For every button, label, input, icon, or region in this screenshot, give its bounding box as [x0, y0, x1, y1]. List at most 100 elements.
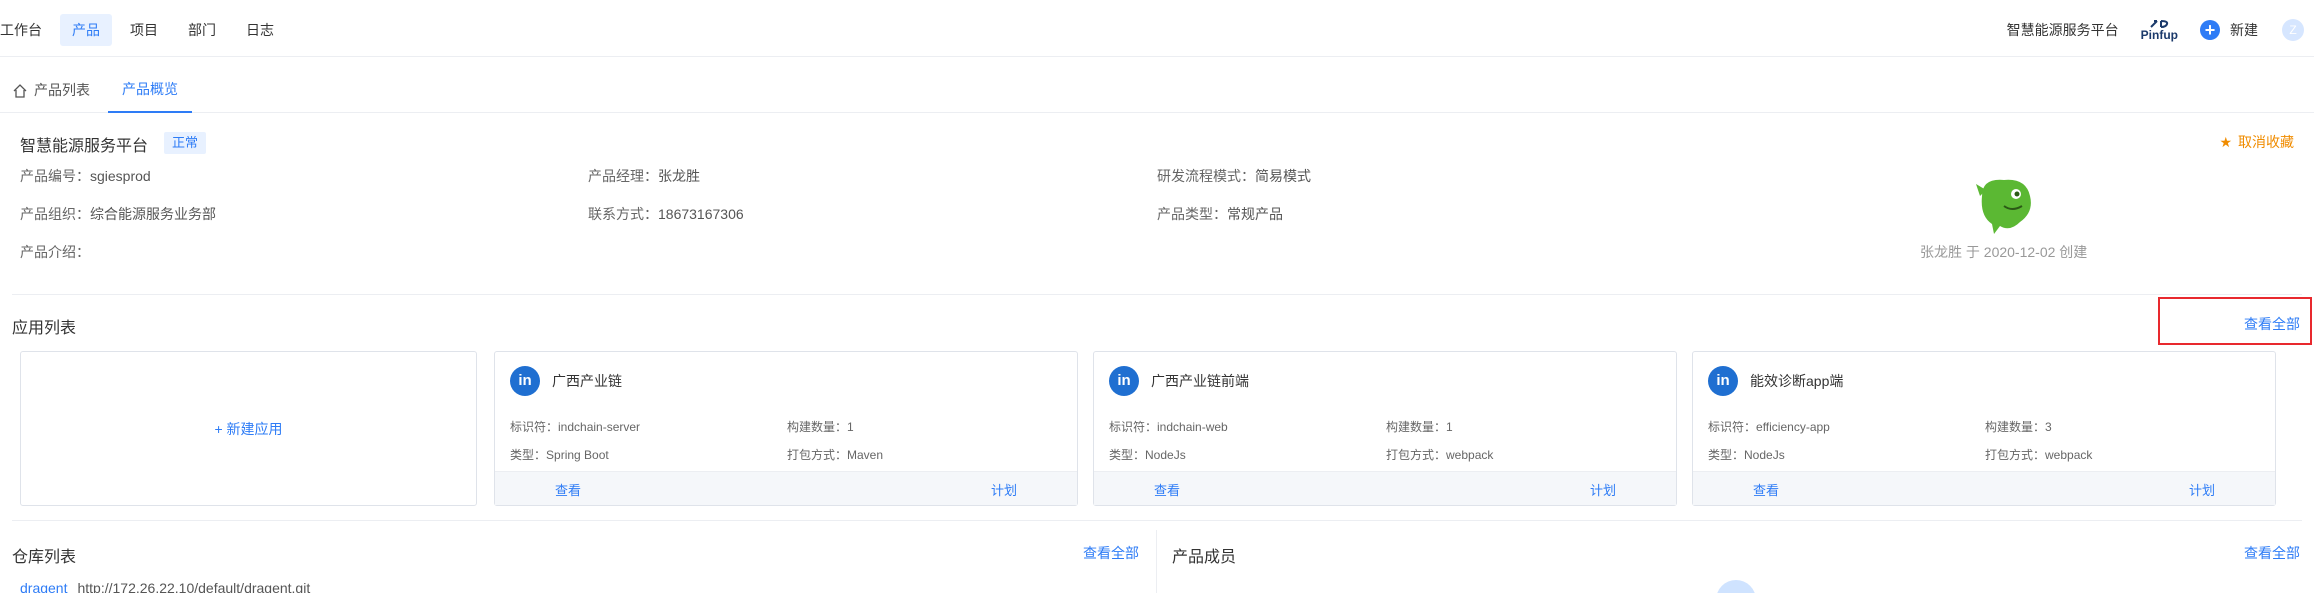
- linkedin-icon: in: [1109, 366, 1139, 396]
- new-app-label: + 新建应用: [214, 420, 283, 437]
- repo-name-link[interactable]: dragent: [20, 580, 67, 593]
- app-build-count-value: 3: [2045, 420, 2052, 434]
- product-manager-value: 张龙胜: [658, 168, 700, 184]
- app-identifier-value: efficiency-app: [1756, 420, 1830, 434]
- app-build-count-label: 构建数量：: [1386, 420, 1447, 434]
- app-packaging-label: 打包方式：: [787, 448, 848, 462]
- app-name[interactable]: 广西产业链前端: [1151, 371, 1249, 391]
- dev-flow-mode: 研发流程模式：简易模式: [1157, 166, 1311, 186]
- app-name[interactable]: 广西产业链: [552, 371, 622, 391]
- product-manager: 产品经理：张龙胜: [588, 166, 700, 186]
- unfavorite-label: 取消收藏: [2238, 134, 2294, 150]
- product-description-label: 产品介绍：: [20, 244, 90, 260]
- app-identifier: 标识符：indchain-web: [1109, 418, 1228, 435]
- product-tabs: 产品列表 产品概览: [0, 68, 2314, 113]
- nav-item-product[interactable]: 产品: [60, 14, 112, 46]
- app-list-title: 应用列表: [12, 320, 77, 337]
- app-identifier-label: 标识符：: [1109, 420, 1158, 434]
- app-header: in 广西产业链前端: [1109, 366, 1249, 396]
- app-plan-link[interactable]: 计划: [991, 480, 1017, 499]
- members-view-all-link[interactable]: 查看全部: [2244, 543, 2300, 563]
- app-name[interactable]: 能效诊断app端: [1750, 371, 1843, 391]
- product-switcher[interactable]: 智慧能源服务平台: [2007, 20, 2119, 40]
- app-type-label: 类型：: [510, 448, 547, 462]
- app-build-count-label: 构建数量：: [1985, 420, 2046, 434]
- pinfup-logo-icon: [2150, 19, 2169, 28]
- app-type-value: NodeJs: [1744, 448, 1785, 462]
- app-packaging: 打包方式：webpack: [1985, 446, 2092, 463]
- app-card-footer: 查看 计划: [1693, 471, 2275, 505]
- app-card-footer: 查看 计划: [1094, 471, 1676, 505]
- repos-view-all-link[interactable]: 查看全部: [1083, 543, 1139, 563]
- dev-flow-mode-value: 简易模式: [1255, 168, 1311, 184]
- app-type-value: NodeJs: [1145, 448, 1186, 462]
- repo-url[interactable]: http://172.26.22.10/default/dragent.git: [77, 580, 310, 593]
- product-type-value: 常规产品: [1227, 206, 1283, 222]
- repo-list-title: 仓库列表: [12, 549, 77, 566]
- created-info: 张龙胜 于 2020-12-02 创建: [1920, 244, 2088, 260]
- app-header: in 能效诊断app端: [1708, 366, 1843, 396]
- app-header: in 广西产业链: [510, 366, 622, 396]
- app-plan-link[interactable]: 计划: [2189, 480, 2215, 499]
- new-app-card[interactable]: + 新建应用: [20, 351, 477, 506]
- app-view-link[interactable]: 查看: [555, 480, 581, 499]
- nav-item-project[interactable]: 项目: [118, 14, 170, 46]
- user-avatar[interactable]: Z: [2282, 19, 2304, 41]
- contact: 联系方式：18673167306: [588, 204, 744, 224]
- new-label: 新建: [2230, 22, 2258, 38]
- nav-item-workbench[interactable]: 工作台: [0, 14, 54, 46]
- apps-view-all-link[interactable]: 查看全部: [2244, 314, 2300, 334]
- app-card: in 广西产业链前端 标识符：indchain-web 构建数量：1 类型：No…: [1093, 351, 1677, 506]
- app-identifier: 标识符：indchain-server: [510, 418, 640, 435]
- app-type: 类型：Spring Boot: [510, 446, 609, 463]
- pinfup-button[interactable]: Pinfup: [2141, 19, 2178, 42]
- app-packaging-value: Maven: [847, 448, 884, 462]
- product-org-label: 产品组织：: [20, 206, 90, 222]
- app-type-value: Spring Boot: [546, 448, 609, 462]
- product-code: 产品编号：sgiesprod: [20, 166, 151, 186]
- product-manager-label: 产品经理：: [588, 168, 658, 184]
- product-members-title: 产品成员: [1172, 549, 1237, 566]
- product-logo-icon: [1976, 179, 2031, 234]
- new-button[interactable]: + 新建: [2200, 20, 2258, 40]
- nav-item-department[interactable]: 部门: [176, 14, 228, 46]
- app-identifier-label: 标识符：: [1708, 420, 1757, 434]
- app-build-count-value: 1: [847, 420, 854, 434]
- linkedin-icon: in: [510, 366, 540, 396]
- app-identifier-value: indchain-server: [558, 420, 641, 434]
- app-packaging: 打包方式：Maven: [787, 446, 883, 463]
- member-avatar[interactable]: [1716, 580, 1756, 593]
- app-type: 类型：NodeJs: [1708, 446, 1785, 463]
- dev-flow-mode-label: 研发流程模式：: [1157, 168, 1255, 184]
- main-nav: 工作台 产品 项目 部门 日志: [0, 14, 292, 46]
- app-plan-link[interactable]: 计划: [1590, 480, 1616, 499]
- product-type-label: 产品类型：: [1157, 206, 1227, 222]
- app-identifier-label: 标识符：: [510, 420, 559, 434]
- section-divider: [12, 294, 2302, 295]
- app-build-count-value: 1: [1446, 420, 1453, 434]
- app-view-link[interactable]: 查看: [1753, 480, 1779, 499]
- product-code-value: sgiesprod: [90, 168, 151, 184]
- product-org-value: 综合能源服务业务部: [90, 206, 216, 222]
- pinfup-label: Pinfup: [2140, 27, 2178, 42]
- product-description: 产品介绍：: [20, 242, 90, 262]
- product-code-label: 产品编号：: [20, 168, 90, 184]
- home-icon: [13, 83, 27, 98]
- app-packaging: 打包方式：webpack: [1386, 446, 1493, 463]
- product-title: 智慧能源服务平台: [20, 138, 149, 155]
- section-divider: [12, 520, 2302, 521]
- app-packaging-label: 打包方式：: [1386, 448, 1447, 462]
- nav-item-log[interactable]: 日志: [234, 14, 286, 46]
- star-icon: ★: [2219, 133, 2232, 150]
- app-view-link[interactable]: 查看: [1154, 480, 1180, 499]
- tab-product-overview[interactable]: 产品概览: [108, 68, 192, 113]
- tab-product-list[interactable]: 产品列表: [12, 68, 90, 113]
- app-identifier-value: indchain-web: [1157, 420, 1228, 434]
- app-build-count: 构建数量：1: [1386, 418, 1453, 435]
- unfavorite-button[interactable]: ★ 取消收藏: [2219, 132, 2294, 152]
- contact-label: 联系方式：: [588, 206, 658, 222]
- app-card: in 能效诊断app端 标识符：efficiency-app 构建数量：3 类型…: [1692, 351, 2276, 506]
- app-build-count: 构建数量：3: [1985, 418, 2052, 435]
- contact-value: 18673167306: [658, 206, 744, 222]
- app-packaging-value: webpack: [2045, 448, 2093, 462]
